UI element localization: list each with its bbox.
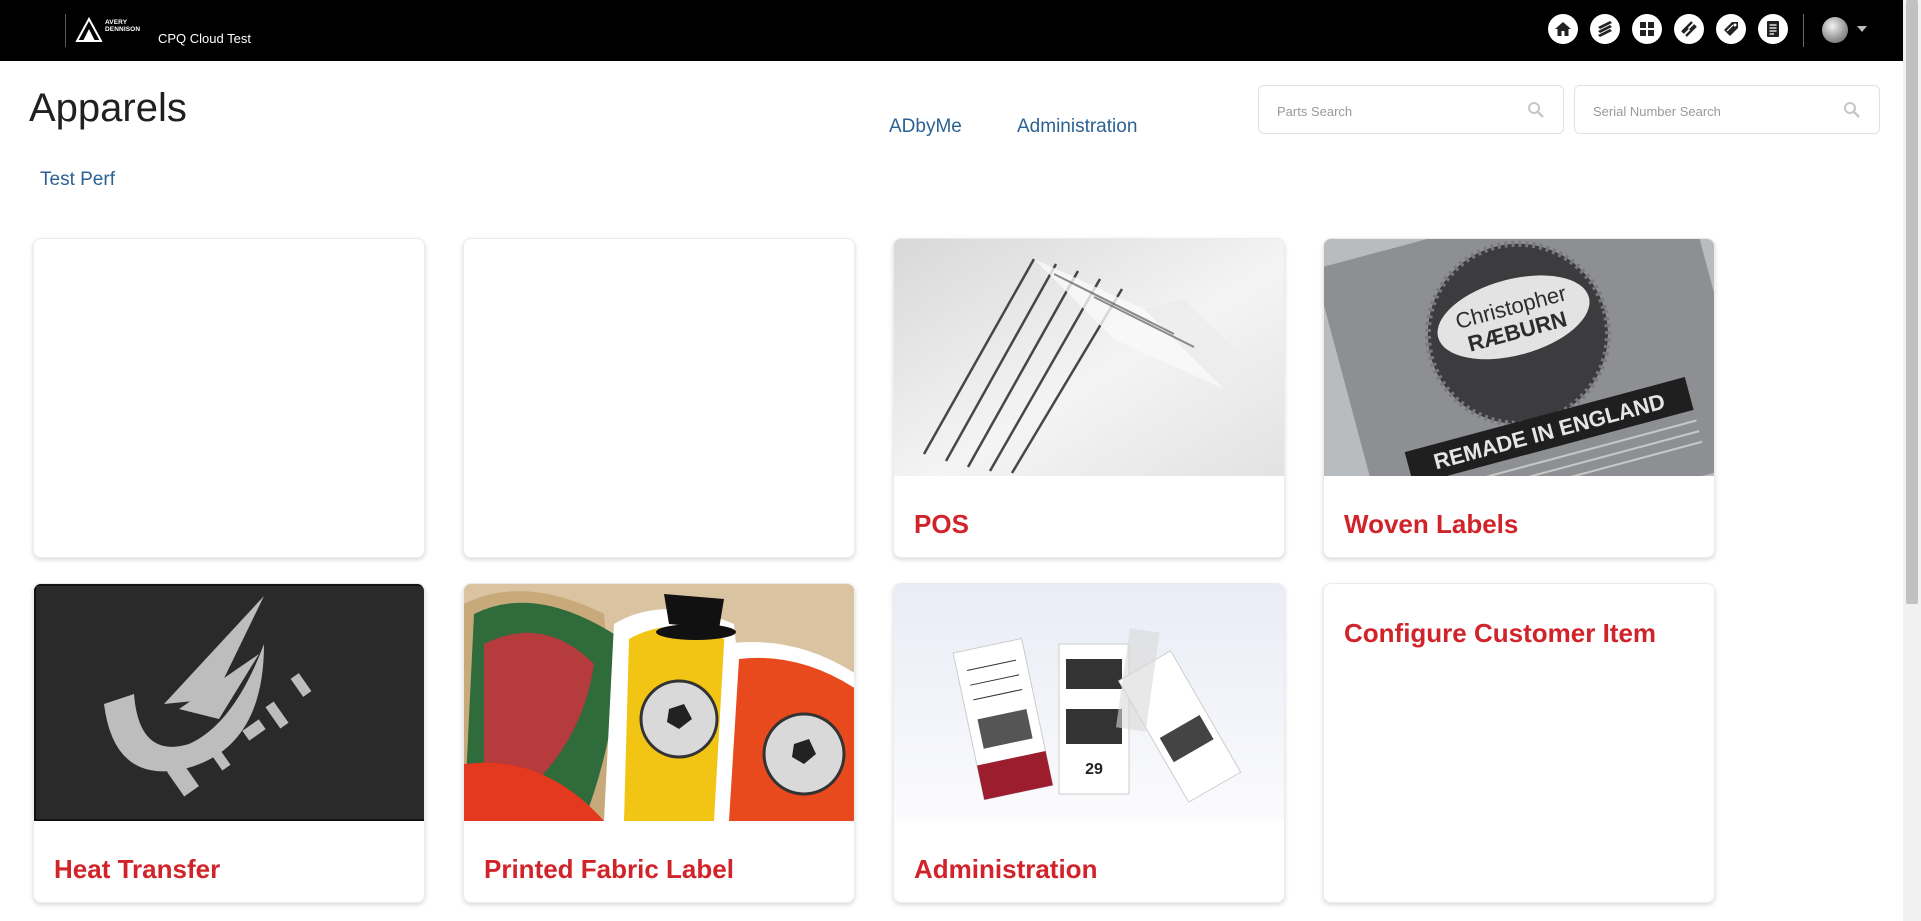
parts-search — [1258, 85, 1564, 134]
home-icon[interactable] — [1548, 14, 1578, 44]
nav-link-administration[interactable]: Administration — [1017, 116, 1137, 138]
header-nav-icons — [1548, 14, 1788, 44]
category-card-configure-customer-item[interactable]: Configure Customer Item — [1323, 583, 1715, 903]
svg-text:29: 29 — [1085, 761, 1103, 778]
grid-icon[interactable] — [1632, 14, 1662, 44]
rfid-tags-photo — [894, 239, 1284, 476]
link-test-perf[interactable]: Test Perf — [40, 169, 115, 191]
top-bar: AVERY DENNISON CPQ Cloud Test — [0, 0, 1903, 61]
category-card-pos[interactable]: POS — [893, 238, 1285, 558]
category-card-blank-2[interactable] — [463, 238, 855, 558]
category-card-heat-transfer[interactable]: Heat Transfer — [33, 583, 425, 903]
search-icon[interactable] — [1843, 101, 1861, 119]
nav-link-adbyme[interactable]: ADbyMe — [889, 116, 962, 138]
printed-patches-photo — [464, 584, 854, 821]
tag-icon[interactable] — [1716, 14, 1746, 44]
layers-icon[interactable] — [1590, 14, 1620, 44]
card-title: Administration — [914, 854, 1098, 884]
brand-divider — [65, 14, 66, 47]
card-title: Woven Labels — [1344, 509, 1519, 539]
serial-number-search — [1574, 85, 1880, 134]
header-separator — [1803, 14, 1804, 47]
heat-transfer-logo-photo — [34, 584, 424, 821]
app-title: CPQ Cloud Test — [158, 31, 251, 46]
parts-search-input[interactable] — [1275, 100, 1519, 122]
category-card-administration[interactable]: 29 Administration — [893, 583, 1285, 903]
document-icon[interactable] — [1758, 14, 1788, 44]
category-card-woven-labels[interactable]: Christopher RÆBURN REMADE IN ENGLAND Wov… — [1323, 238, 1715, 558]
card-title: Printed Fabric Label — [484, 854, 734, 884]
chevron-down-icon[interactable] — [1857, 26, 1867, 32]
category-card-blank-1[interactable] — [33, 238, 425, 558]
search-icon[interactable] — [1527, 101, 1545, 119]
serial-number-search-input[interactable] — [1591, 100, 1835, 122]
user-avatar[interactable] — [1822, 17, 1848, 43]
logo-text: AVERY DENNISON — [105, 19, 141, 33]
card-title: Heat Transfer — [54, 854, 221, 884]
page-scrollbar-thumb[interactable] — [1906, 0, 1918, 604]
card-title: POS — [914, 509, 969, 539]
woven-label-photo: Christopher RÆBURN REMADE IN ENGLAND — [1324, 239, 1714, 476]
category-card-printed-fabric-label[interactable]: Printed Fabric Label — [463, 583, 855, 903]
page-title: Apparels — [29, 86, 187, 130]
price-tags-photo: 29 — [894, 584, 1284, 821]
card-title: Configure Customer Item — [1344, 618, 1657, 648]
link-icon[interactable] — [1674, 14, 1704, 44]
